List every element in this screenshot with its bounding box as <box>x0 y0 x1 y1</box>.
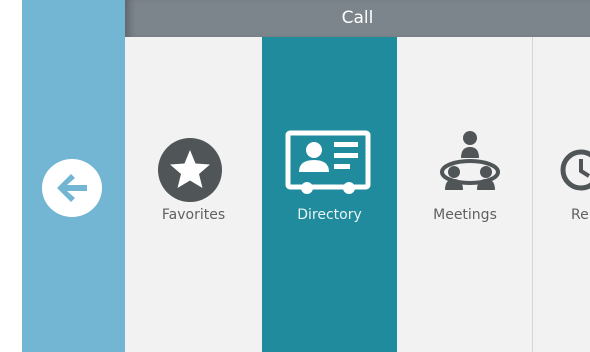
call-screen: Call Favorites Directory Meetings Re <box>0 0 590 352</box>
page-title: Call <box>341 8 374 28</box>
contact-card-icon <box>285 130 371 194</box>
back-button[interactable] <box>40 157 104 219</box>
tile-label-meetings: Meetings <box>433 207 497 223</box>
tile-directory[interactable]: Directory <box>262 37 397 352</box>
tile-label-favorites: Favorites <box>161 207 226 223</box>
tile-recents[interactable]: Re <box>533 37 590 352</box>
arrow-left-icon <box>42 159 102 217</box>
tile-favorites[interactable]: Favorites <box>125 37 262 352</box>
tile-meetings[interactable]: Meetings <box>397 37 533 352</box>
tile-label-directory: Directory <box>297 207 362 223</box>
tile-label-recents: Re <box>571 207 589 223</box>
call-menu-panel: Call Favorites Directory Meetings Re <box>125 0 590 352</box>
clock-icon <box>560 149 590 191</box>
star-icon <box>158 138 222 202</box>
meeting-table-icon <box>440 131 500 190</box>
title-bar: Call <box>125 0 590 37</box>
